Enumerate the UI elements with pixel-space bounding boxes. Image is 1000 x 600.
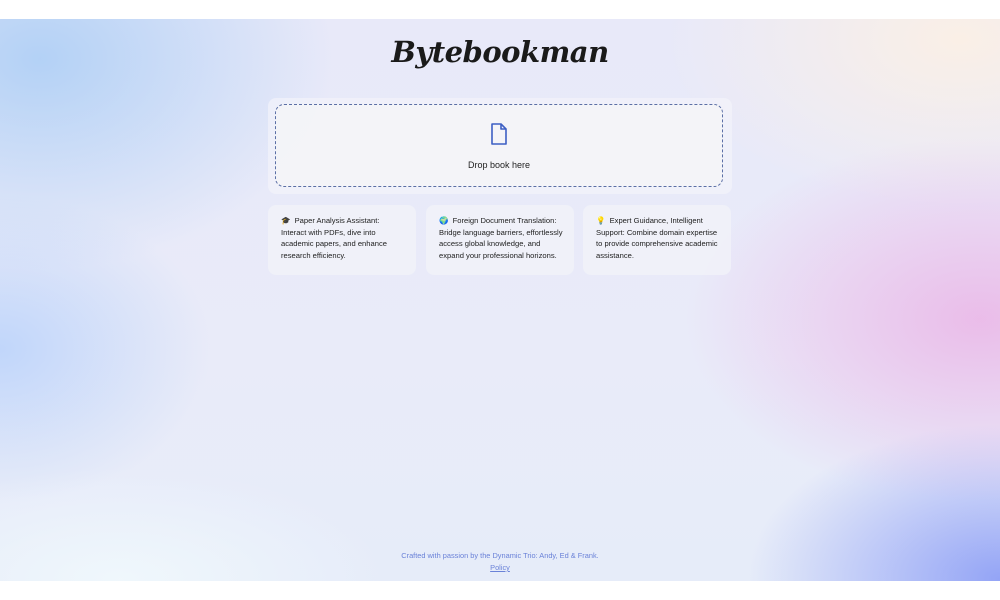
feature-text: Paper Analysis Assistant: Interact with … bbox=[281, 216, 387, 260]
app-logo: Bytebookman bbox=[391, 35, 609, 69]
feature-card-translation: 🌍 Foreign Document Translation: Bridge l… bbox=[426, 205, 574, 275]
feature-text: Foreign Document Translation: Bridge lan… bbox=[439, 216, 563, 260]
drop-zone-label: Drop book here bbox=[467, 160, 531, 170]
globe-icon: 🌍 bbox=[439, 216, 449, 225]
lightbulb-icon: 💡 bbox=[596, 216, 606, 225]
file-icon bbox=[491, 123, 507, 145]
feature-card-expert-guidance: 💡 Expert Guidance, Intelligent Support: … bbox=[583, 205, 731, 275]
policy-link[interactable]: Policy bbox=[490, 563, 510, 572]
footer-links: Policy bbox=[0, 563, 1000, 572]
book-drop-zone[interactable]: Drop book here bbox=[275, 104, 723, 187]
feature-text: Expert Guidance, Intelligent Support: Co… bbox=[596, 216, 718, 260]
graduation-cap-icon: 🎓 bbox=[281, 216, 291, 225]
upload-panel: Drop book here bbox=[268, 98, 732, 194]
feature-card-paper-analysis: 🎓 Paper Analysis Assistant: Interact wit… bbox=[268, 205, 416, 275]
app-background: Bytebookman Drop book here 🎓 Paper Analy… bbox=[0, 19, 1000, 581]
footer-credit: Crafted with passion by the Dynamic Trio… bbox=[401, 551, 599, 560]
